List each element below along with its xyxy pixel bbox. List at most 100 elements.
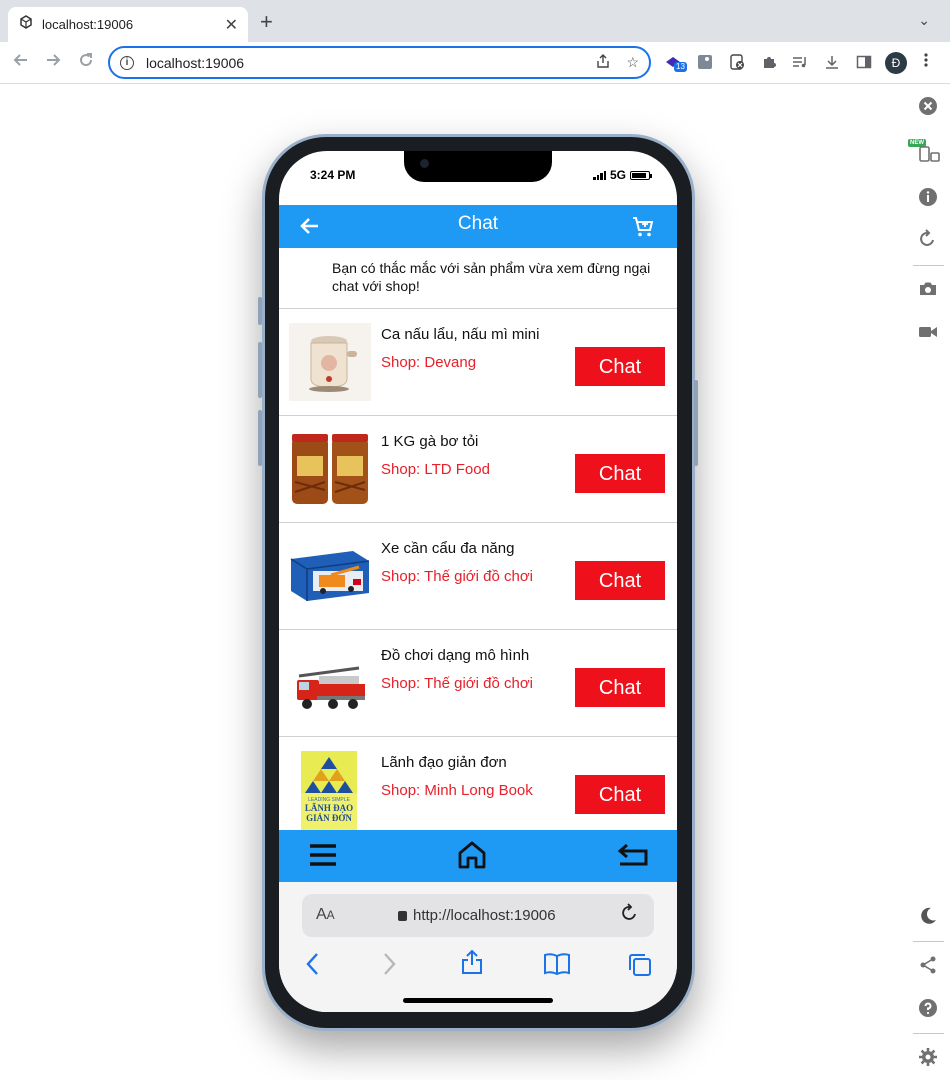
signal-bars-icon bbox=[593, 170, 606, 180]
bottom-navigation bbox=[279, 830, 677, 882]
extension-badge: 13 bbox=[674, 62, 687, 72]
list-item: Ca nấu lẩu, nấu mì mini Shop: Devang Cha… bbox=[279, 309, 677, 416]
chat-button[interactable]: Chat bbox=[575, 561, 665, 600]
home-indicator[interactable] bbox=[403, 998, 553, 1003]
shop-name[interactable]: Shop: Thế giới đồ chơi bbox=[381, 675, 533, 692]
shop-name[interactable]: Shop: LTD Food bbox=[381, 461, 490, 478]
address-bar-url[interactable]: localhost:19006 bbox=[146, 55, 580, 71]
list-item: LEADING SIMPLE LÃNH ĐẠO GIẢN ĐƠN Lãnh đạ… bbox=[279, 737, 677, 844]
page-title: Chat bbox=[457, 213, 499, 234]
product-image bbox=[289, 323, 371, 401]
reload-icon[interactable] bbox=[77, 51, 95, 74]
safari-back-icon[interactable] bbox=[305, 952, 319, 983]
rail-divider bbox=[913, 941, 944, 942]
product-image bbox=[289, 430, 371, 508]
safari-share-icon[interactable] bbox=[461, 949, 483, 982]
safari-bottom-bar: AA http://localhost:19006 bbox=[279, 882, 677, 1012]
chat-button[interactable]: Chat bbox=[575, 668, 665, 707]
extension-puzzle-hat-icon[interactable]: 13 bbox=[664, 54, 687, 72]
rail-divider bbox=[913, 265, 944, 266]
new-tab-button[interactable]: + bbox=[260, 11, 273, 33]
device-frame-icon[interactable] bbox=[918, 144, 940, 164]
intro-message: Bạn có thắc mắc với sản phẩm vừa xem đừn… bbox=[279, 248, 677, 309]
rail-divider bbox=[913, 1033, 944, 1034]
status-time: 3:24 PM bbox=[310, 168, 356, 182]
safari-forward-icon[interactable] bbox=[383, 952, 397, 983]
chat-button[interactable]: Chat bbox=[575, 454, 665, 493]
camera-icon[interactable] bbox=[918, 279, 938, 299]
list-item: Đồ chơi dạng mô hình Shop: Thế giới đồ c… bbox=[279, 630, 677, 737]
settings-gear-icon[interactable] bbox=[918, 1047, 938, 1067]
phone-screen: 3:24 PM 5G Chat Bạn có thắc mắc với sản … bbox=[279, 151, 677, 1012]
phone-mute-switch bbox=[258, 297, 262, 325]
network-label: 5G bbox=[610, 168, 627, 182]
front-camera bbox=[420, 159, 429, 168]
safari-url[interactable]: http://localhost:19006 bbox=[398, 907, 556, 924]
product-image: LEADING SIMPLE LÃNH ĐẠO GIẢN ĐƠN bbox=[289, 751, 371, 835]
book-cover-title-1: LÃNH ĐẠO bbox=[305, 803, 353, 813]
phone-notch bbox=[404, 151, 552, 182]
product-name: Ca nấu lẩu, nấu mì mini bbox=[381, 326, 540, 343]
return-arrow-icon[interactable] bbox=[617, 842, 649, 873]
list-item: 1 KG gà bơ tỏi Shop: LTD Food Chat bbox=[279, 416, 677, 523]
home-icon[interactable] bbox=[457, 840, 487, 875]
close-circle-icon[interactable] bbox=[918, 96, 938, 116]
help-icon[interactable] bbox=[918, 998, 938, 1018]
product-name: Xe cần cẩu đa năng bbox=[381, 540, 515, 557]
download-icon[interactable] bbox=[823, 54, 841, 72]
safari-address-bar[interactable]: AA http://localhost:19006 bbox=[302, 894, 654, 937]
share-nodes-icon[interactable] bbox=[918, 955, 938, 975]
book-cover-title-2: GIẢN ĐƠN bbox=[306, 813, 352, 823]
extensions-puzzle-icon[interactable] bbox=[760, 54, 778, 72]
back-arrow-icon[interactable] bbox=[12, 51, 30, 74]
tab-close-icon[interactable]: ✕ bbox=[225, 15, 238, 35]
extension-blocked-icon[interactable] bbox=[728, 54, 746, 72]
side-panel-icon[interactable] bbox=[855, 54, 873, 72]
info-icon[interactable] bbox=[918, 187, 938, 207]
shop-name[interactable]: Shop: Minh Long Book bbox=[381, 782, 533, 799]
status-indicators: 5G bbox=[593, 168, 653, 182]
safari-tabs-icon[interactable] bbox=[627, 952, 653, 985]
address-bar[interactable]: i localhost:19006 ☆ bbox=[108, 46, 651, 79]
video-camera-icon[interactable] bbox=[918, 322, 938, 342]
chat-button[interactable]: Chat bbox=[575, 775, 665, 814]
extension-image-icon[interactable] bbox=[696, 54, 714, 72]
dark-mode-moon-icon[interactable] bbox=[918, 906, 938, 926]
phone-volume-up bbox=[258, 342, 262, 398]
cart-icon[interactable] bbox=[631, 215, 655, 245]
site-info-icon[interactable]: i bbox=[120, 55, 134, 70]
browser-toolbar: i localhost:19006 ☆ 13 Đ bbox=[0, 42, 950, 84]
aa-large: A bbox=[316, 906, 327, 923]
product-chat-list: Ca nấu lẩu, nấu mì mini Shop: Devang Cha… bbox=[279, 309, 677, 844]
media-playlist-icon[interactable] bbox=[791, 54, 809, 72]
product-image bbox=[289, 537, 371, 615]
app-header: Chat bbox=[279, 205, 677, 248]
rotate-icon[interactable] bbox=[918, 229, 938, 249]
product-name: Lãnh đạo giản đơn bbox=[381, 754, 507, 771]
phone-power-button bbox=[694, 380, 698, 466]
forward-arrow-icon[interactable] bbox=[44, 51, 62, 74]
safari-reload-icon[interactable] bbox=[620, 903, 640, 929]
list-item: Xe cần cẩu đa năng Shop: Thế giới đồ chơ… bbox=[279, 523, 677, 630]
shop-name[interactable]: Shop: Thế giới đồ chơi bbox=[381, 568, 533, 585]
safari-url-text: http://localhost:19006 bbox=[413, 907, 556, 924]
share-icon[interactable] bbox=[596, 54, 610, 71]
favicon-icon bbox=[18, 14, 34, 35]
product-image bbox=[289, 644, 371, 722]
shop-name[interactable]: Shop: Devang bbox=[381, 354, 476, 371]
menu-hamburger-icon[interactable] bbox=[309, 842, 337, 873]
browser-tab[interactable]: localhost:19006 ✕ bbox=[8, 7, 248, 42]
phone-volume-down bbox=[258, 410, 262, 466]
reader-aa-button[interactable]: AA bbox=[316, 906, 335, 924]
browser-tab-strip: localhost:19006 ✕ + ⌄ bbox=[0, 0, 950, 42]
product-name: Đồ chơi dạng mô hình bbox=[381, 647, 530, 664]
browser-menu-icon[interactable] bbox=[924, 52, 928, 74]
battery-icon bbox=[630, 170, 653, 180]
profile-avatar[interactable]: Đ bbox=[885, 52, 907, 74]
safari-bookmarks-icon[interactable] bbox=[543, 952, 571, 983]
product-name: 1 KG gà bơ tỏi bbox=[381, 433, 479, 450]
tab-title: localhost:19006 bbox=[42, 17, 134, 32]
tab-search-chevron-icon[interactable]: ⌄ bbox=[918, 12, 930, 29]
bookmark-star-icon[interactable]: ☆ bbox=[626, 54, 639, 71]
chat-button[interactable]: Chat bbox=[575, 347, 665, 386]
